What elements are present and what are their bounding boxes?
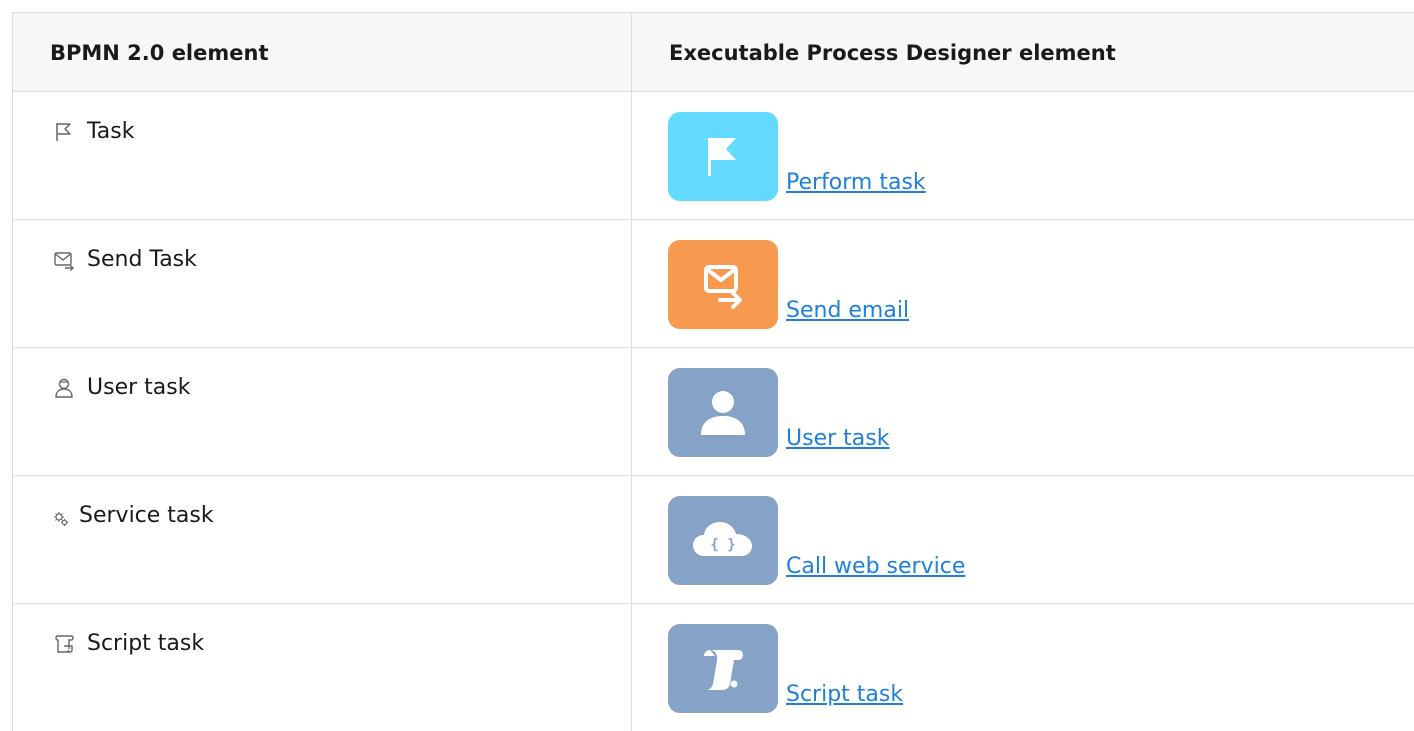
send-email-tile: [668, 240, 778, 329]
bpmn-element-label: Script task: [87, 631, 205, 656]
send-email-icon: [704, 264, 742, 309]
user-task-tile: [668, 368, 778, 457]
table-row: User task User task: [13, 348, 1414, 476]
table-header-row: BPMN 2.0 element Executable Process Desi…: [13, 13, 1414, 92]
perform-task-link[interactable]: Perform task: [786, 170, 926, 195]
user-task-link[interactable]: User task: [786, 426, 889, 451]
gears-icon: [53, 511, 69, 527]
user-icon: [701, 390, 745, 435]
call-web-service-link[interactable]: Call web service: [786, 554, 965, 579]
bpmn-element-label: Service task: [79, 503, 214, 528]
table-row: Script task Script task: [13, 604, 1414, 731]
call-web-service-tile: { }: [668, 496, 778, 585]
perform-task-tile: [668, 112, 778, 201]
bpmn-element-label: Task: [87, 119, 135, 144]
bpmn-element-label: Send Task: [87, 247, 197, 272]
scroll-icon: [704, 649, 743, 690]
script-task-tile: [668, 624, 778, 713]
cloud-code-icon: { }: [693, 521, 752, 556]
bpmn-element-label: User task: [87, 375, 191, 400]
flag-icon: [53, 121, 75, 143]
flag-icon: [708, 137, 736, 176]
header-designer-element: Executable Process Designer element: [669, 41, 1116, 65]
envelope-arrow-icon: [53, 249, 75, 271]
user-icon: [53, 377, 75, 399]
mapping-table: BPMN 2.0 element Executable Process Desi…: [12, 12, 1414, 731]
send-email-link[interactable]: Send email: [786, 298, 909, 323]
table-row: Service task { } Call web service: [13, 476, 1414, 604]
table-row: Send Task Send email: [13, 220, 1414, 348]
script-task-link[interactable]: Script task: [786, 682, 903, 707]
scroll-icon: [53, 633, 75, 655]
table-row: Task Perform task: [13, 92, 1414, 220]
svg-text:{ }: { }: [710, 537, 735, 553]
header-bpmn-element: BPMN 2.0 element: [13, 13, 632, 91]
